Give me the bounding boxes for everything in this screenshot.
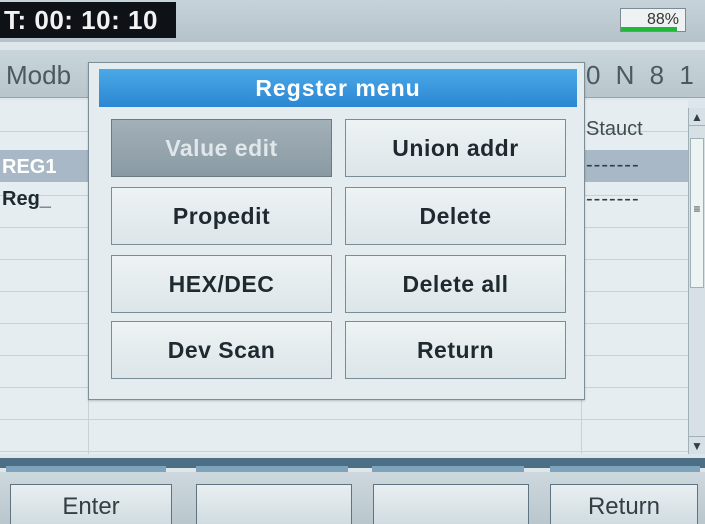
register-menu-dialog: Regster menu Value edit Union addr Prope… [88, 62, 585, 400]
value-edit-button[interactable]: Value edit [111, 119, 332, 177]
enter-softkey[interactable]: Enter [10, 484, 172, 524]
softkey-3[interactable] [373, 484, 529, 524]
table-row-label: REG1 [2, 156, 57, 178]
propedit-button[interactable]: Propedit [111, 187, 332, 245]
delete-button[interactable]: Delete [345, 187, 566, 245]
battery-indicator: 88% [620, 8, 686, 32]
table-row-status: ------- [586, 154, 640, 176]
return-button[interactable]: Return [345, 321, 566, 379]
column-header-status: Stauct [586, 118, 643, 140]
scroll-up-arrow-icon[interactable]: ▲ [689, 108, 705, 126]
softkey-2[interactable] [196, 484, 352, 524]
delete-all-button[interactable]: Delete all [345, 255, 566, 313]
register-menu-title: Regster menu [99, 69, 577, 107]
table-row-label: Reg_ [2, 188, 51, 210]
return-softkey[interactable]: Return [550, 484, 698, 524]
timer-display: T: 00: 10: 10 [0, 2, 176, 38]
hex-dec-button[interactable]: HEX/DEC [111, 255, 332, 313]
battery-percent: 88% [646, 11, 679, 28]
scroll-down-arrow-icon[interactable]: ▼ [689, 436, 705, 454]
table-scrollbar[interactable]: ▲ ≡ ▼ [688, 108, 705, 454]
device-id: 0 N 8 1 [586, 60, 698, 90]
status-bar: T: 00: 10: 10 88% [0, 0, 705, 42]
dev-scan-button[interactable]: Dev Scan [111, 321, 332, 379]
scroll-thumb[interactable]: ≡ [690, 138, 704, 288]
page-title: Modb [6, 60, 72, 90]
union-addr-button[interactable]: Union addr [345, 119, 566, 177]
table-row-status: ------- [586, 188, 640, 210]
